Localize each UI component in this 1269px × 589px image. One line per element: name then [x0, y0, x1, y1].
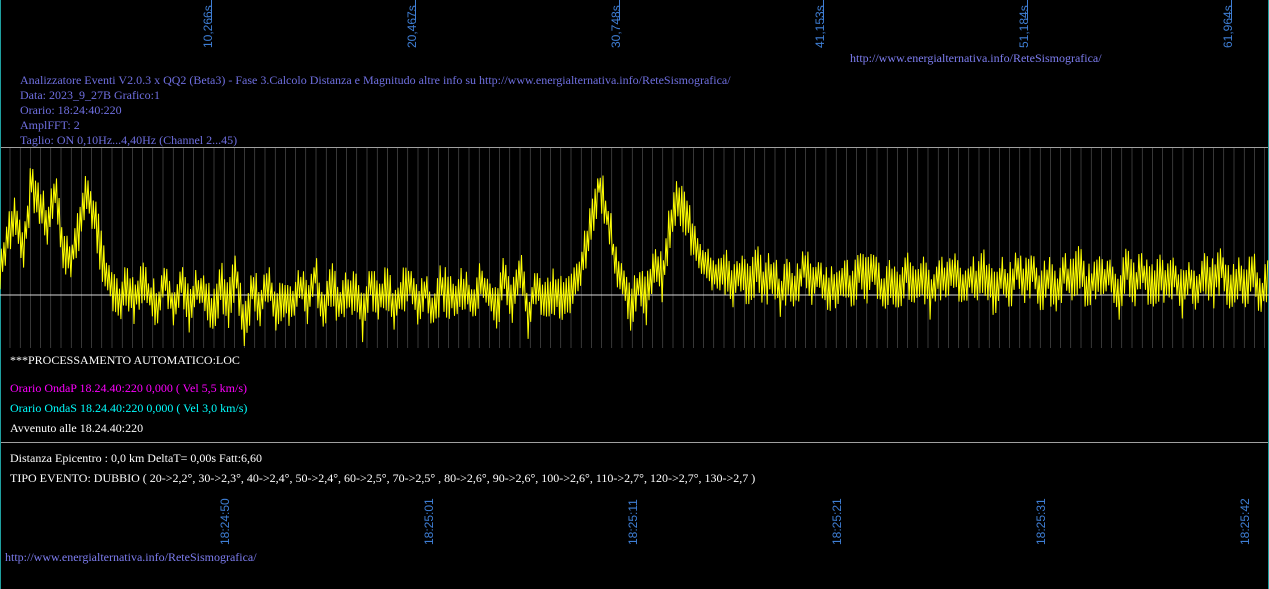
top-axis-label: 10,266s: [201, 5, 215, 48]
header-line-date: Data: 2023_9_27B Grafico:1: [20, 88, 160, 102]
bottom-axis-label: 18:25:21: [830, 498, 844, 545]
top-axis-label: 51,184s: [1017, 5, 1031, 48]
bottom-site-link[interactable]: http://www.energialternativa.info/ReteSi…: [5, 550, 257, 565]
header-line-time: Orario: 18:24:40:220: [20, 103, 122, 117]
bottom-axis-label: 18:25:01: [422, 498, 436, 545]
onda-p-time: Orario OndaP 18.24.40:220 0,000 ( Vel 5,…: [10, 381, 247, 395]
bottom-axis-label: 18:24:50: [218, 498, 232, 545]
event-type: TIPO EVENTO: DUBBIO ( 20->2,2°, 30->2,3°…: [10, 471, 756, 485]
seismogram-plot: [0, 148, 1269, 348]
section-divider: [0, 442, 1269, 443]
bottom-axis-label: 18:25:11: [626, 499, 640, 545]
bottom-axis-label: 18:25:42: [1238, 498, 1252, 545]
trace-group: [0, 168, 1269, 347]
header-line-filter: Taglio: ON 0,10Hz...4,40Hz (Channel 2...…: [20, 133, 238, 147]
top-axis-label: 41,153s: [813, 5, 827, 48]
epicenter-distance: Distanza Epicentro : 0,0 km DeltaT= 0,00…: [10, 451, 263, 465]
event-time: Avvenuto alle 18.24.40:220: [10, 421, 144, 435]
top-axis-label: 30,748s: [609, 5, 623, 48]
header-line-ampl: AmplFFT: 2: [20, 118, 80, 132]
top-site-link[interactable]: http://www.energialternativa.info/ReteSi…: [850, 51, 1102, 66]
plot-grid: [9, 148, 1265, 348]
seismogram-trace: [0, 168, 1269, 347]
bottom-axis-label: 18:25:31: [1034, 498, 1048, 545]
processing-title: ***PROCESSAMENTO AUTOMATICO:LOC: [10, 353, 240, 367]
onda-s-time: Orario OndaS 18.24.40:220 0,000 ( Vel 3,…: [10, 401, 248, 415]
top-axis-label: 20,467s: [405, 5, 419, 48]
top-axis-label: 61,964s: [1221, 5, 1235, 48]
header-line-title: Analizzatore Eventi V2.0.3 x QQ2 (Beta3)…: [20, 73, 731, 87]
